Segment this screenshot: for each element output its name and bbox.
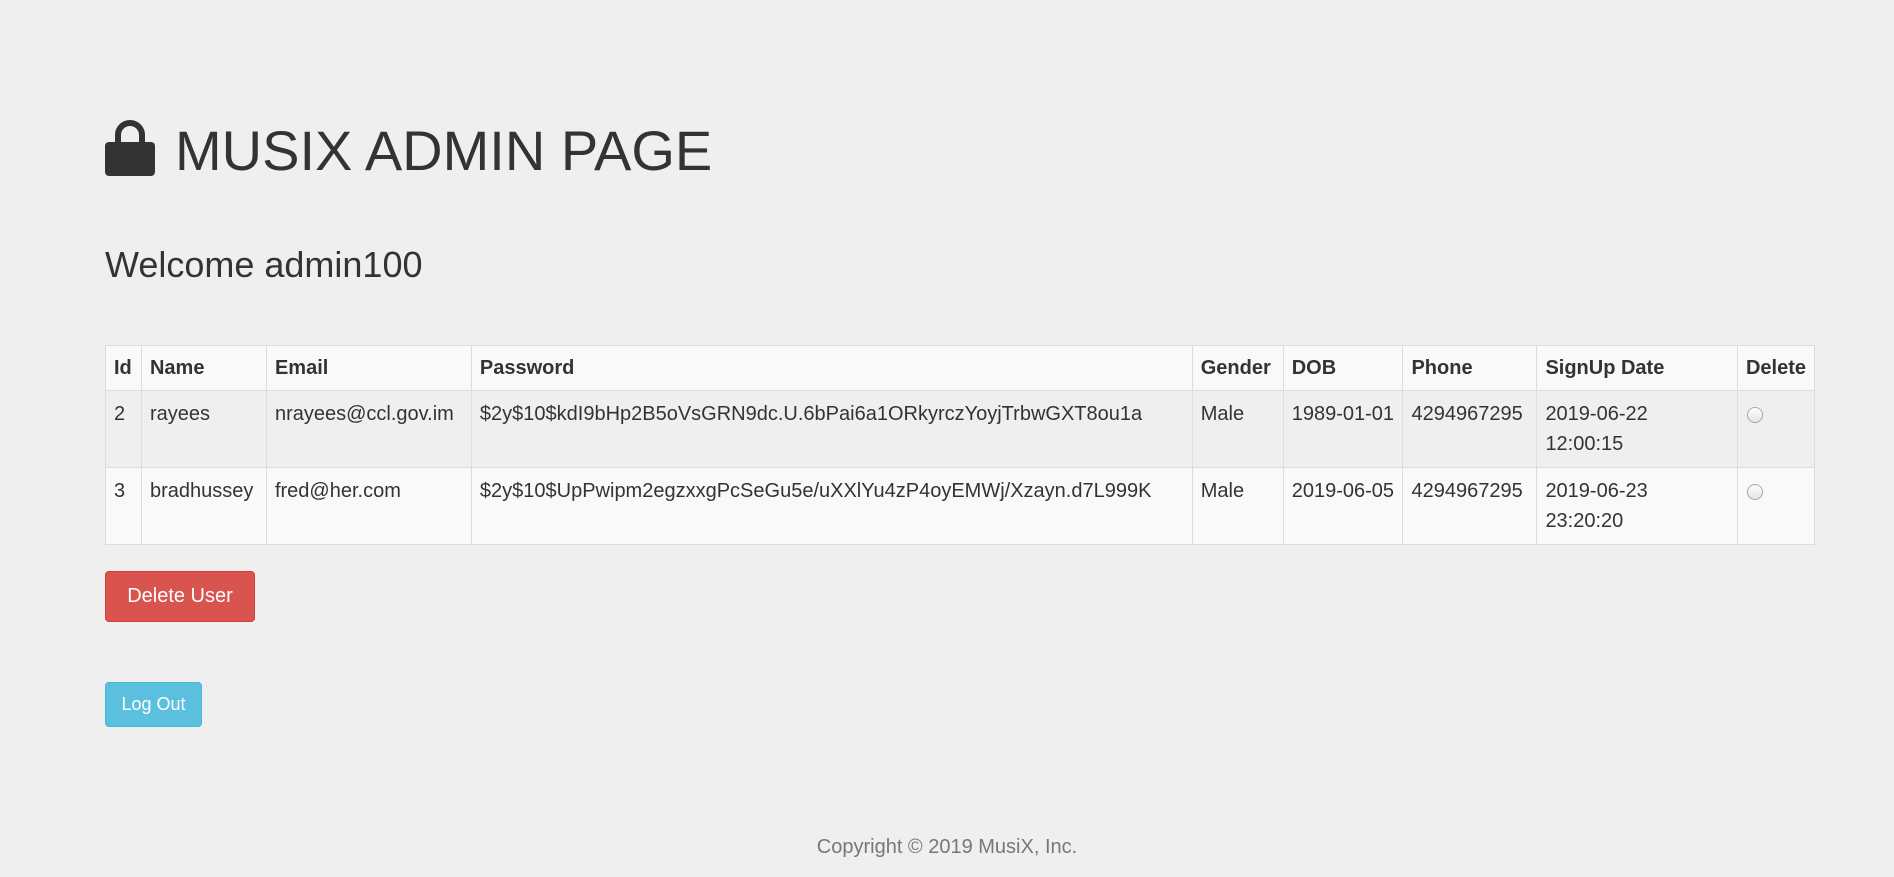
page-title-text: MUSIX ADMIN PAGE (175, 119, 713, 182)
cell-dob: 2019-06-05 (1282, 467, 1404, 545)
cell-signup-date: 2019-06-22 12:00:15 (1536, 390, 1738, 468)
column-header-gender: Gender (1191, 345, 1284, 391)
column-header-name: Name (140, 345, 267, 391)
cell-name: bradhussey (140, 467, 267, 545)
delete-radio[interactable] (1746, 407, 1763, 423)
cell-email: nrayees@ccl.gov.im (265, 390, 472, 468)
column-header-delete: Delete (1736, 345, 1816, 391)
delete-user-button[interactable]: Delete User (105, 571, 255, 622)
cell-phone: 4294967295 (1402, 467, 1538, 545)
cell-id: 3 (105, 467, 142, 545)
table-row: 2 rayees nrayees@ccl.gov.im $2y$10$kdI9b… (105, 390, 1816, 468)
footer-copyright: Copyright © 2019 MusiX, Inc. (816, 836, 1078, 858)
column-header-dob: DOB (1282, 345, 1404, 391)
column-header-id: Id (105, 345, 142, 391)
column-header-signup-date: SignUp Date (1536, 345, 1738, 391)
logout-button[interactable]: Log Out (105, 682, 202, 727)
cell-delete (1736, 467, 1816, 545)
cell-gender: Male (1191, 467, 1284, 545)
cell-signup-date: 2019-06-23 23:20:20 (1536, 467, 1738, 545)
cell-dob: 1989-01-01 (1282, 390, 1404, 468)
delete-radio[interactable] (1746, 484, 1763, 500)
column-header-email: Email (265, 345, 472, 391)
table-header-row: Id Name Email Password Gender DOB Phone … (105, 345, 1816, 391)
cell-name: rayees (140, 390, 267, 468)
cell-gender: Male (1191, 390, 1284, 468)
cell-password: $2y$10$UpPwipm2egzxxgPcSeGu5e/uXXlYu4zP4… (470, 467, 1193, 545)
page-title: MUSIX ADMIN PAGE (105, 118, 712, 183)
cell-phone: 4294967295 (1402, 390, 1538, 468)
cell-email: fred@her.com (265, 467, 472, 545)
cell-delete (1736, 390, 1816, 468)
cell-id: 2 (105, 390, 142, 468)
column-header-password: Password (470, 345, 1193, 391)
users-table: Id Name Email Password Gender DOB Phone … (105, 345, 1816, 545)
welcome-message: Welcome admin100 (105, 244, 423, 285)
column-header-phone: Phone (1402, 345, 1538, 391)
lock-icon (105, 119, 155, 176)
cell-password: $2y$10$kdI9bHp2B5oVsGRN9dc.U.6bPai6a1ORk… (470, 390, 1193, 468)
table-row: 3 bradhussey fred@her.com $2y$10$UpPwipm… (105, 467, 1816, 545)
